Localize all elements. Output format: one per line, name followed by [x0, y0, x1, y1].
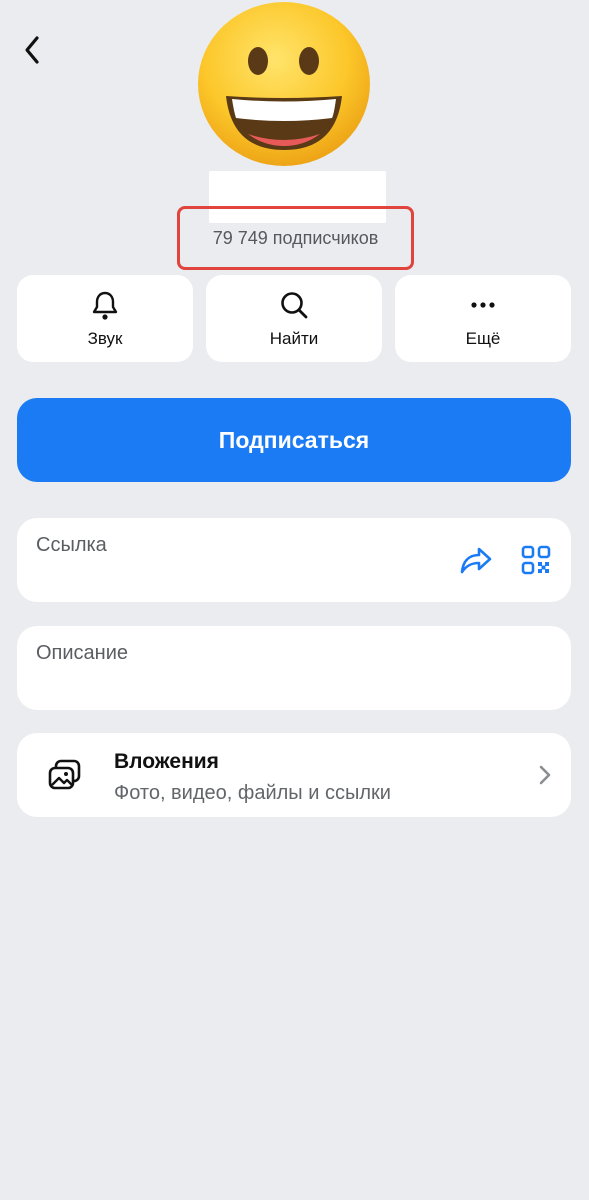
description-card: Описание [17, 626, 571, 710]
share-arrow-icon [460, 547, 492, 574]
search-icon [281, 292, 308, 319]
share-button[interactable] [459, 545, 493, 580]
sound-label: Звук [87, 329, 123, 348]
subscribe-button[interactable]: Подписаться [17, 398, 571, 482]
back-button[interactable] [14, 30, 50, 70]
avatar [196, 0, 372, 168]
bell-icon [92, 291, 118, 320]
more-button[interactable]: Ещё [395, 275, 571, 362]
link-title: Ссылка [36, 534, 107, 556]
qr-code-button[interactable] [521, 545, 551, 580]
qr-code-icon [521, 545, 551, 575]
search-button[interactable]: Найти [206, 275, 382, 362]
attachments-title: Вложения [114, 750, 219, 773]
chevron-left-icon [25, 36, 39, 64]
chevron-right-icon [539, 765, 551, 785]
more-horizontal-icon [471, 302, 495, 308]
grinning-face-icon [198, 2, 370, 166]
attachments-subtitle: Фото, видео, файлы и ссылки [114, 782, 391, 804]
link-card: Ссылка [17, 518, 571, 602]
highlight-box [177, 206, 414, 270]
sound-button[interactable]: Звук [17, 275, 193, 362]
attachments-row[interactable]: Вложения Фото, видео, файлы и ссылки [17, 733, 571, 817]
search-label: Найти [269, 329, 319, 348]
description-title: Описание [36, 642, 129, 664]
gallery-icon [48, 759, 81, 790]
more-label: Ещё [465, 329, 501, 348]
